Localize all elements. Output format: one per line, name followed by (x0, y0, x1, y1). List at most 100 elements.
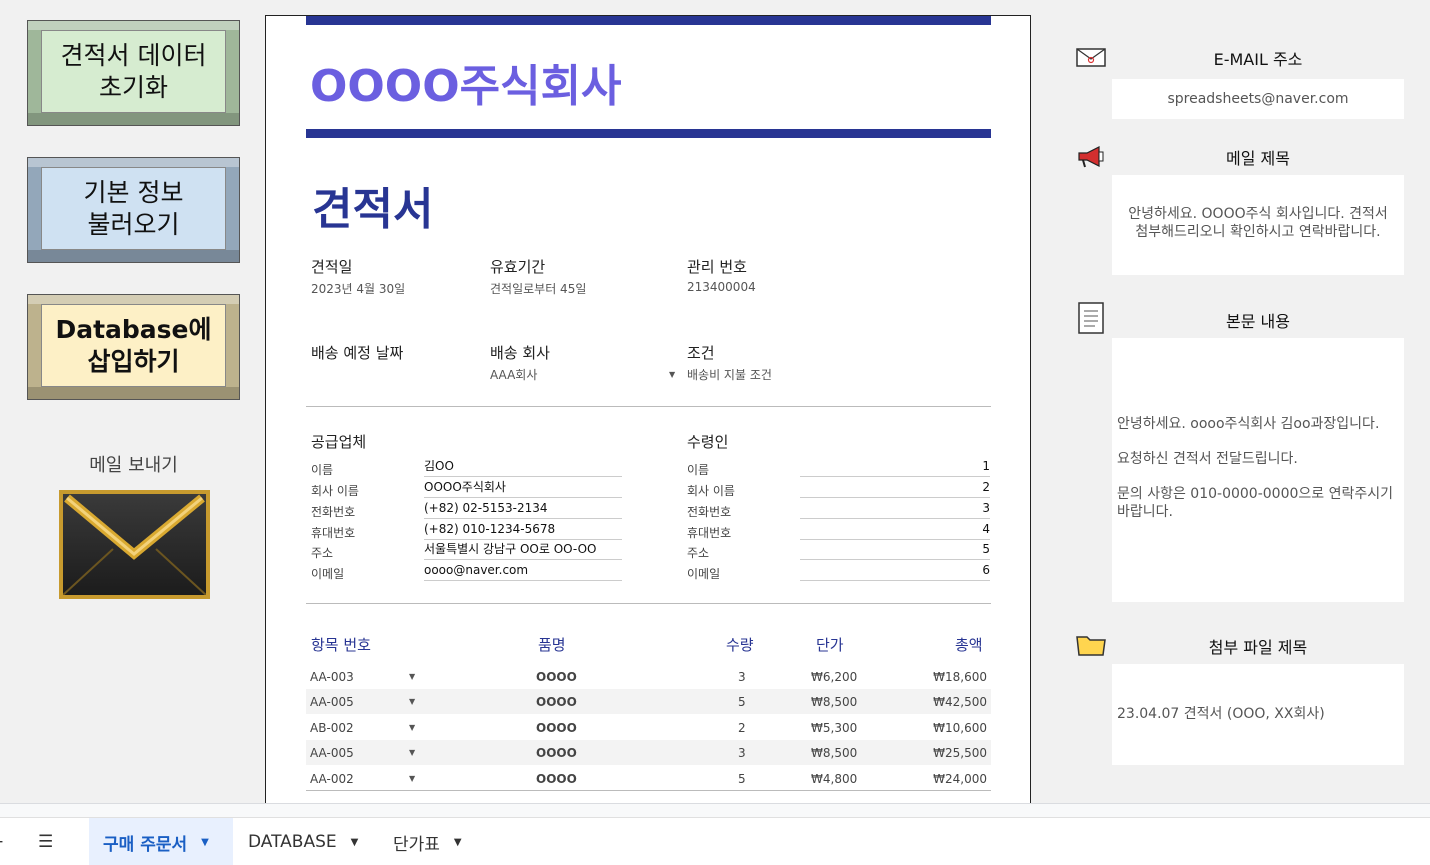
item-number[interactable]: AA-003 (310, 670, 354, 684)
dropdown-caret-icon[interactable]: ▼ (669, 370, 675, 379)
load-info-button[interactable]: 기본 정보 불러오기 (27, 157, 240, 263)
button-label-line1: 견적서 데이터 (60, 40, 207, 70)
recipient-company[interactable]: 2 (800, 479, 990, 498)
shipping-company[interactable]: AAA회사 (490, 366, 537, 383)
bevel (28, 250, 239, 262)
dropdown-caret-icon[interactable]: ▼ (409, 748, 415, 757)
company-name[interactable]: OOOO주식회사 (310, 50, 622, 114)
unit-price[interactable]: ₩6,200 (811, 670, 857, 684)
chevron-down-icon[interactable]: ▼ (351, 837, 359, 848)
quantity[interactable]: 5 (738, 695, 746, 709)
insert-database-button[interactable]: Database에 삽입하기 (27, 294, 240, 400)
unit-price[interactable]: ₩5,300 (811, 721, 857, 735)
quantity[interactable]: 2 (738, 721, 746, 735)
unit-price[interactable]: ₩4,800 (811, 772, 857, 786)
mail-body-line: 요청하신 견적서 전달드립니다. (1117, 451, 1298, 467)
quantity[interactable]: 3 (738, 670, 746, 684)
header-product-name: 품명 (538, 636, 566, 654)
mail-body-line: 문의 사항은 010-0000-0000으로 연락주시기 바랍니다. (1117, 486, 1393, 520)
dropdown-caret-icon[interactable]: ▼ (409, 774, 415, 783)
row-total[interactable]: ₩24,000 (933, 772, 987, 786)
tab-price-list[interactable]: 단가표 ▼ (379, 818, 476, 865)
recipient-row-label: 휴대번호 (687, 526, 732, 540)
field-label: 조건 (687, 344, 715, 362)
chevron-down-icon[interactable]: ▼ (454, 837, 462, 848)
item-number[interactable]: AA-005 (310, 695, 354, 709)
payment-condition[interactable]: 배송비 지불 조건 (687, 366, 772, 383)
mail-subject-label: 메일 제목 (1226, 149, 1290, 168)
unit-price[interactable]: ₩8,500 (811, 746, 857, 760)
item-number[interactable]: AB-002 (310, 721, 354, 735)
recipient-row-label: 회사 이름 (687, 484, 735, 498)
row-total[interactable]: ₩18,600 (933, 670, 987, 684)
divider (306, 603, 991, 604)
header-item-number: 항목 번호 (311, 636, 371, 654)
tab-label: 구매 주문서 (103, 834, 188, 855)
row-total[interactable]: ₩25,500 (933, 746, 987, 760)
send-mail-envelope-icon[interactable] (59, 490, 210, 599)
divider-bar (306, 129, 991, 138)
mail-subject-field[interactable]: 안녕하세요. OOOO주식 회사입니다. 견적서 첨부해드리오니 확인하시고 연… (1112, 175, 1404, 275)
button-face: 기본 정보 불러오기 (41, 167, 226, 250)
product-name[interactable]: OOOO (536, 746, 577, 760)
item-number[interactable]: AA-005 (310, 746, 354, 760)
recipient-row-label: 이메일 (687, 567, 721, 581)
recipient-address[interactable]: 5 (800, 541, 990, 560)
reset-data-button[interactable]: 견적서 데이터 초기화 (27, 20, 240, 126)
supplier-company[interactable]: OOOO주식회사 (424, 479, 622, 498)
product-name[interactable]: OOOO (536, 695, 577, 709)
all-sheets-menu-icon[interactable]: ☰ (24, 818, 67, 865)
product-name[interactable]: OOOO (536, 772, 577, 786)
mail-body-field[interactable]: 안녕하세요. oooo주식회사 김oo과장입니다. 요청하신 견적서 전달드립니… (1112, 338, 1404, 602)
product-name[interactable]: OOOO (536, 670, 577, 684)
mail-body-line: 안녕하세요. oooo주식회사 김oo과장입니다. (1117, 416, 1380, 432)
quote-date[interactable]: 2023년 4월 30일 (311, 280, 405, 297)
tab-purchase-order[interactable]: 구매 주문서 ▼ (89, 818, 233, 865)
tab-label: 단가표 (393, 834, 440, 855)
button-label-line2: 삽입하기 (87, 346, 180, 376)
dropdown-caret-icon[interactable]: ▼ (409, 697, 415, 706)
bevel (28, 158, 239, 167)
row-total[interactable]: ₩10,600 (933, 721, 987, 735)
chevron-down-icon[interactable]: ▼ (201, 837, 209, 848)
table-row[interactable]: AA-005 ▼ OOOO 3 ₩8,500 ₩25,500 (306, 740, 991, 765)
document-title[interactable]: 견적서 (312, 173, 433, 237)
table-row[interactable]: AA-005 ▼ OOOO 5 ₩8,500 ₩42,500 (306, 689, 991, 714)
unit-price[interactable]: ₩8,500 (811, 695, 857, 709)
tab-database[interactable]: DATABASE ▼ (234, 818, 372, 865)
validity-period[interactable]: 견적일로부터 45일 (490, 280, 586, 297)
recipient-name[interactable]: 1 (800, 458, 990, 477)
management-number[interactable]: 213400004 (687, 280, 756, 294)
table-row[interactable]: AA-002 ▼ OOOO 5 ₩4,800 ₩24,000 (306, 766, 991, 791)
header-unit-price: 단가 (816, 636, 844, 654)
recipient-email[interactable]: 6 (800, 562, 990, 581)
supplier-mobile[interactable]: (+82) 010-1234-5678 (424, 521, 622, 540)
dropdown-caret-icon[interactable]: ▼ (409, 723, 415, 732)
table-row[interactable]: AB-002 ▼ OOOO 2 ₩5,300 ₩10,600 (306, 715, 991, 740)
bevel (28, 21, 239, 30)
field-label: 관리 번호 (687, 258, 747, 276)
quote-sheet: OOOO주식회사 견적서 견적일 2023년 4월 30일 유효기간 견적일로부… (265, 15, 1031, 805)
bevel (28, 113, 239, 125)
row-total[interactable]: ₩42,500 (933, 695, 987, 709)
horizontal-scrollbar[interactable] (0, 804, 1430, 818)
recipient-row-label: 전화번호 (687, 505, 732, 519)
supplier-name[interactable]: 김OO (424, 458, 622, 477)
dropdown-caret-icon[interactable]: ▼ (409, 672, 415, 681)
sheet-tabs-bar: + ☰ 구매 주문서 ▼ DATABASE ▼ 단가표 ▼ (0, 803, 1430, 865)
add-sheet-icon[interactable]: + (0, 818, 4, 865)
table-row[interactable]: AA-003 ▼ OOOO 3 ₩6,200 ₩18,600 (306, 664, 991, 689)
supplier-phone[interactable]: (+82) 02-5153-2134 (424, 500, 622, 519)
item-number[interactable]: AA-002 (310, 772, 354, 786)
supplier-address[interactable]: 서울특별시 강남구 OO로 OO-OO (424, 541, 622, 560)
quantity[interactable]: 3 (738, 746, 746, 760)
recipient-mobile[interactable]: 4 (800, 521, 990, 540)
bevel (28, 295, 239, 304)
attachment-title-field[interactable]: 23.04.07 견적서 (OOO, XX회사) (1112, 664, 1404, 765)
supplier-email[interactable]: oooo@naver.com (424, 562, 622, 581)
product-name[interactable]: OOOO (536, 721, 577, 735)
recipient-phone[interactable]: 3 (800, 500, 990, 519)
email-address-field[interactable]: spreadsheets@naver.com (1112, 79, 1404, 119)
header-quantity: 수량 (726, 636, 754, 654)
quantity[interactable]: 5 (738, 772, 746, 786)
